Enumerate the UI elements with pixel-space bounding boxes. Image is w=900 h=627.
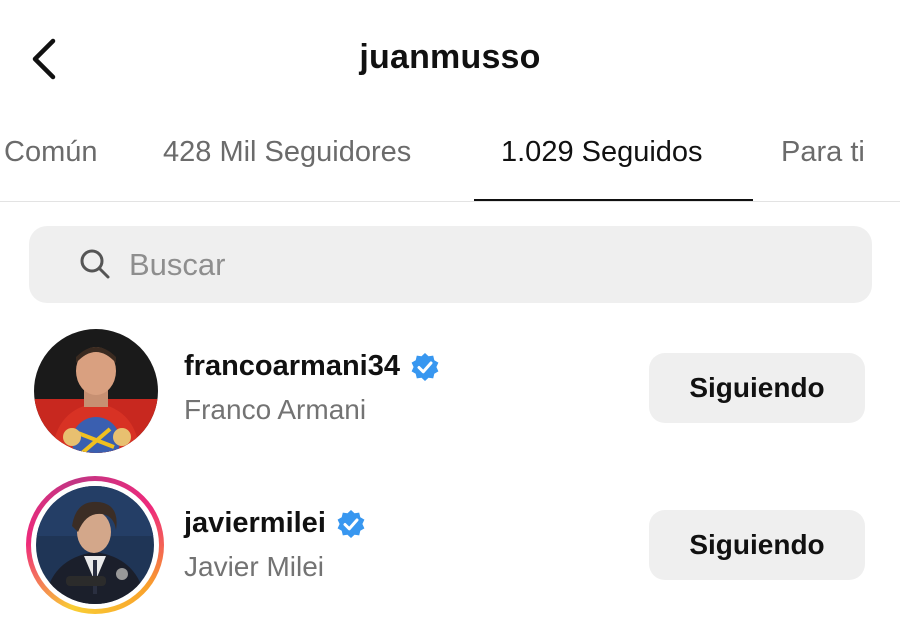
username-line[interactable]: javiermilei bbox=[184, 507, 366, 540]
following-button[interactable]: Siguiendo bbox=[649, 510, 865, 580]
username[interactable]: francoarmani34 bbox=[184, 350, 400, 383]
tab-comun[interactable]: Común bbox=[4, 136, 98, 169]
profile-photo bbox=[36, 486, 154, 604]
username[interactable]: javiermilei bbox=[184, 507, 326, 540]
tab-seguidos[interactable]: 1.029 Seguidos bbox=[501, 136, 703, 169]
search-input[interactable] bbox=[129, 226, 849, 303]
active-tab-indicator bbox=[474, 199, 753, 201]
tab-bar: Común 428 Mil Seguidores 1.029 Seguidos … bbox=[0, 118, 900, 202]
list-item[interactable]: javiermilei Javier Milei Siguiendo bbox=[0, 474, 900, 614]
full-name: Franco Armani bbox=[184, 394, 367, 425]
avatar[interactable] bbox=[34, 329, 158, 453]
tab-seguidores[interactable]: 428 Mil Seguidores bbox=[163, 136, 411, 169]
list-item[interactable]: francoarmani34 Franco Armani Siguiendo bbox=[0, 325, 900, 465]
top-bar: juanmusso bbox=[0, 0, 900, 118]
tab-para-ti[interactable]: Para ti bbox=[781, 136, 865, 169]
avatar-story-ring[interactable] bbox=[26, 476, 164, 614]
page-title: juanmusso bbox=[359, 38, 541, 76]
following-button[interactable]: Siguiendo bbox=[649, 353, 865, 423]
search-bar[interactable] bbox=[29, 226, 872, 303]
avatar bbox=[31, 481, 159, 609]
full-name: Javier Milei bbox=[184, 551, 325, 582]
search-icon bbox=[80, 249, 110, 279]
verified-badge-icon bbox=[337, 509, 365, 538]
profile-photo bbox=[34, 329, 158, 453]
verified-badge-icon bbox=[411, 352, 439, 381]
username-line[interactable]: francoarmani34 bbox=[184, 350, 440, 383]
